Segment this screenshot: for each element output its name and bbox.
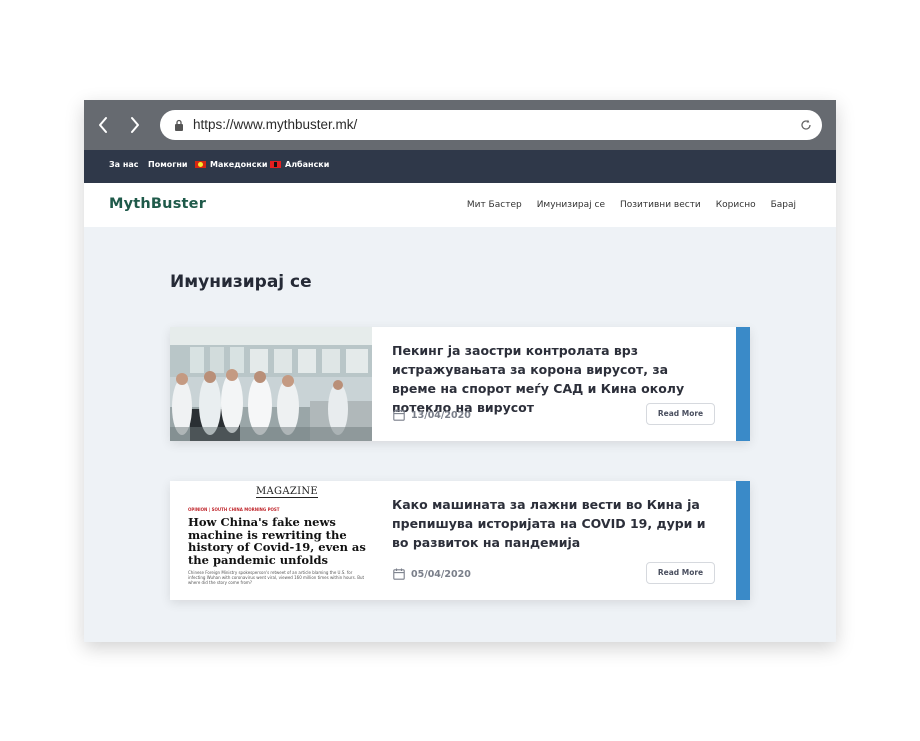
lock-icon — [175, 119, 183, 131]
chevron-left-icon — [99, 117, 107, 133]
about-label: За нас — [109, 160, 139, 169]
article-date: 13/04/2020 — [393, 409, 471, 421]
date-label: 13/04/2020 — [411, 409, 471, 421]
article-image[interactable]: MAGAZINE OPINION | SOUTH CHINA MORNING P… — [170, 481, 372, 600]
address-bar[interactable]: https://www.mythbuster.mk/ — [160, 110, 822, 140]
chevron-right-icon — [131, 117, 139, 133]
nav-item-search[interactable]: Барај — [771, 200, 796, 210]
card-accent-bar — [736, 327, 750, 441]
article-card[interactable]: Пекинг ја заостри контролата врз истражу… — [170, 327, 750, 441]
article-card[interactable]: MAGAZINE OPINION | SOUTH CHINA MORNING P… — [170, 481, 750, 600]
donate-label: Помогни — [148, 160, 188, 169]
main-nav: Мит Бастер Имунизирај се Позитивни вести… — [467, 200, 796, 210]
magazine-cover-image: MAGAZINE OPINION | SOUTH CHINA MORNING P… — [170, 481, 372, 600]
card-accent-bar — [736, 481, 750, 600]
donate-link[interactable]: Помогни — [148, 160, 188, 169]
language-macedonian[interactable]: Македонски — [195, 160, 267, 169]
reload-icon[interactable] — [800, 119, 812, 131]
albanian-label: Албански — [285, 160, 330, 169]
macedonian-label: Македонски — [210, 160, 268, 169]
read-more-button[interactable]: Read More — [646, 403, 715, 425]
date-label: 05/04/2020 — [411, 568, 471, 580]
nav-item-immunize[interactable]: Имунизирај се — [537, 200, 605, 210]
browser-window: https://www.mythbuster.mk/ За нас Помогн… — [84, 100, 836, 642]
site-header: MythBuster Мит Бастер Имунизирај се Пози… — [84, 183, 836, 227]
about-link[interactable]: За нас — [109, 160, 139, 169]
read-more-button[interactable]: Read More — [646, 562, 715, 584]
browser-toolbar: https://www.mythbuster.mk/ — [84, 100, 836, 150]
page-title: Имунизирај се — [170, 272, 312, 292]
nav-item-positive-news[interactable]: Позитивни вести — [620, 200, 701, 210]
language-albanian[interactable]: Албански — [270, 160, 329, 169]
article-image[interactable] — [170, 327, 372, 441]
calendar-icon — [393, 409, 405, 421]
nav-item-mythbuster[interactable]: Мит Бастер — [467, 200, 522, 210]
article-title[interactable]: Како машината за лажни вести во Кина ја … — [392, 495, 712, 552]
magazine-kicker: OPINION | SOUTH CHINA MORNING POST — [188, 507, 280, 512]
nav-item-useful[interactable]: Корисно — [716, 200, 756, 210]
utility-bar: За нас Помогни Македонски Албански — [84, 150, 836, 183]
article-date: 05/04/2020 — [393, 568, 471, 580]
back-button[interactable] — [94, 115, 114, 135]
magazine-masthead: MAGAZINE — [256, 486, 319, 498]
forward-button[interactable] — [124, 115, 144, 135]
calendar-icon — [393, 568, 405, 580]
albanian-flag-icon — [270, 161, 281, 168]
magazine-headline: How China's fake news machine is rewriti… — [188, 515, 366, 567]
lab-photo-image — [170, 327, 372, 441]
macedonian-flag-icon — [195, 161, 206, 168]
magazine-standfirst: Chinese Foreign Ministry spokesperson's … — [188, 570, 365, 585]
url-text: https://www.mythbuster.mk/ — [193, 117, 358, 132]
site-logo[interactable]: MythBuster — [109, 196, 206, 212]
